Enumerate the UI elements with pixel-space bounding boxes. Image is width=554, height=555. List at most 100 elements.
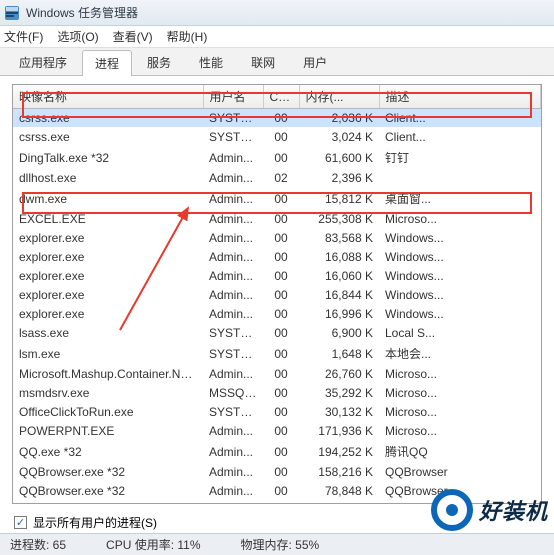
cell-cpu: 00	[263, 128, 299, 147]
status-mem: 物理内存: 55%	[241, 536, 320, 553]
table-row[interactable]: csrss.exeSYSTEM003,024 KClient...	[13, 128, 541, 147]
cell-cpu: 02	[263, 501, 299, 505]
table-row[interactable]: explorer.exeAdmin...0016,088 KWindows...	[13, 248, 541, 267]
table-row[interactable]: explorer.exeAdmin...0016,996 KWindows...	[13, 305, 541, 324]
menu-file[interactable]: 文件(F)	[4, 28, 43, 45]
cell-name: QQBrowser.exe *32	[13, 501, 203, 505]
cell-mem: 2,396 K	[299, 169, 379, 188]
cell-name: dwm.exe	[13, 188, 203, 210]
cell-name: Microsoft.Mashup.Container.Ne...	[13, 365, 203, 384]
cell-user: SYSTEM	[203, 343, 263, 365]
cell-mem: 26,760 K	[299, 365, 379, 384]
cell-cpu: 00	[263, 147, 299, 169]
tab-processes[interactable]: 进程	[82, 50, 132, 76]
process-table-wrap: 映像名称 用户名 CPU 内存(... 描述 csrss.exeSYSTEM00…	[12, 84, 542, 504]
cell-user: SYSTEM	[203, 109, 263, 128]
tab-networking[interactable]: 联网	[238, 49, 288, 75]
menubar: 文件(F) 选项(O) 查看(V) 帮助(H)	[0, 26, 554, 48]
cell-user: SYSTEM	[203, 403, 263, 422]
cell-mem: 78,848 K	[299, 482, 379, 501]
col-image-name[interactable]: 映像名称	[13, 85, 203, 109]
cell-cpu: 00	[263, 210, 299, 229]
cell-name: QQBrowser.exe *32	[13, 463, 203, 482]
table-row[interactable]: lsm.exeSYSTEM001,648 K本地会...	[13, 343, 541, 365]
cell-user: Admin...	[203, 422, 263, 441]
cell-user: Admin...	[203, 188, 263, 210]
cell-user: Admin...	[203, 147, 263, 169]
cell-cpu: 00	[263, 365, 299, 384]
table-row[interactable]: dllhost.exeAdmin...022,396 K	[13, 169, 541, 188]
menu-options[interactable]: 选项(O)	[57, 28, 98, 45]
table-row[interactable]: csrss.exeSYSTEM002,036 KClient...	[13, 109, 541, 128]
cell-cpu: 00	[263, 188, 299, 210]
cell-user: Admin...	[203, 365, 263, 384]
table-row[interactable]: dwm.exeAdmin...0015,812 K桌面窗...	[13, 188, 541, 210]
cell-user: Admin...	[203, 210, 263, 229]
cell-desc: 本地会...	[379, 343, 541, 365]
cell-desc: Client...	[379, 109, 541, 128]
cell-mem: 158,216 K	[299, 463, 379, 482]
col-cpu[interactable]: CPU	[263, 85, 299, 109]
table-row[interactable]: QQBrowser.exe *32Admin...00158,216 KQQBr…	[13, 463, 541, 482]
col-memory[interactable]: 内存(...	[299, 85, 379, 109]
cell-user: SYSTEM	[203, 324, 263, 343]
cell-desc: 钉钉	[379, 147, 541, 169]
table-row[interactable]: Microsoft.Mashup.Container.Ne...Admin...…	[13, 365, 541, 384]
tab-users[interactable]: 用户	[290, 49, 340, 75]
col-user[interactable]: 用户名	[203, 85, 263, 109]
cell-name: explorer.exe	[13, 267, 203, 286]
table-row[interactable]: QQBrowser.exe *32Admin...0078,848 KQQBro…	[13, 482, 541, 501]
cell-mem: 15,812 K	[299, 188, 379, 210]
cell-user: Admin...	[203, 248, 263, 267]
cell-name: explorer.exe	[13, 229, 203, 248]
cell-desc: Client...	[379, 128, 541, 147]
cell-cpu: 00	[263, 463, 299, 482]
tab-services[interactable]: 服务	[134, 49, 184, 75]
show-all-users-label: 显示所有用户的进程(S)	[33, 514, 157, 531]
table-row[interactable]: QQ.exe *32Admin...00194,252 K腾讯QQ	[13, 441, 541, 463]
cell-mem: 2,036 K	[299, 109, 379, 128]
cell-desc: QQBrowser	[379, 482, 541, 501]
cell-cpu: 00	[263, 286, 299, 305]
cell-mem: 83,568 K	[299, 229, 379, 248]
col-description[interactable]: 描述	[379, 85, 541, 109]
cell-name: msmdsrv.exe	[13, 384, 203, 403]
table-row[interactable]: OfficeClickToRun.exeSYSTEM0030,132 KMicr…	[13, 403, 541, 422]
table-row[interactable]: msmdsrv.exeMSSQL...0035,292 KMicroso...	[13, 384, 541, 403]
table-row[interactable]: QQBrowser.exe *32Admin...0226,088 KQQBro…	[13, 501, 541, 505]
menu-help[interactable]: 帮助(H)	[167, 28, 208, 45]
cell-mem: 26,088 K	[299, 501, 379, 505]
cell-mem: 30,132 K	[299, 403, 379, 422]
cell-desc: Microso...	[379, 210, 541, 229]
cell-name: csrss.exe	[13, 109, 203, 128]
cell-name: explorer.exe	[13, 305, 203, 324]
cell-user: Admin...	[203, 482, 263, 501]
table-row[interactable]: explorer.exeAdmin...0016,060 KWindows...	[13, 267, 541, 286]
cell-cpu: 00	[263, 229, 299, 248]
table-row[interactable]: explorer.exeAdmin...0016,844 KWindows...	[13, 286, 541, 305]
cell-desc: QQBrowser	[379, 501, 541, 505]
cell-desc: QQBrowser	[379, 463, 541, 482]
cell-desc	[379, 169, 541, 188]
cell-mem: 16,088 K	[299, 248, 379, 267]
table-row[interactable]: explorer.exeAdmin...0083,568 KWindows...	[13, 229, 541, 248]
cell-cpu: 00	[263, 343, 299, 365]
table-row[interactable]: POWERPNT.EXEAdmin...00171,936 KMicroso..…	[13, 422, 541, 441]
cell-mem: 6,900 K	[299, 324, 379, 343]
process-table[interactable]: 映像名称 用户名 CPU 内存(... 描述 csrss.exeSYSTEM00…	[13, 85, 541, 504]
cell-cpu: 00	[263, 482, 299, 501]
cell-desc: Windows...	[379, 229, 541, 248]
table-row[interactable]: DingTalk.exe *32Admin...0061,600 K钉钉	[13, 147, 541, 169]
cell-user: Admin...	[203, 501, 263, 505]
cell-user: Admin...	[203, 267, 263, 286]
show-all-users-checkbox[interactable]: ✓	[14, 516, 27, 529]
tab-applications[interactable]: 应用程序	[6, 49, 80, 75]
table-row[interactable]: EXCEL.EXEAdmin...00255,308 KMicroso...	[13, 210, 541, 229]
cell-cpu: 00	[263, 109, 299, 128]
cell-cpu: 00	[263, 384, 299, 403]
cell-user: SYSTEM	[203, 128, 263, 147]
table-row[interactable]: lsass.exeSYSTEM006,900 KLocal S...	[13, 324, 541, 343]
cell-cpu: 00	[263, 248, 299, 267]
menu-view[interactable]: 查看(V)	[113, 28, 153, 45]
tab-performance[interactable]: 性能	[186, 49, 236, 75]
